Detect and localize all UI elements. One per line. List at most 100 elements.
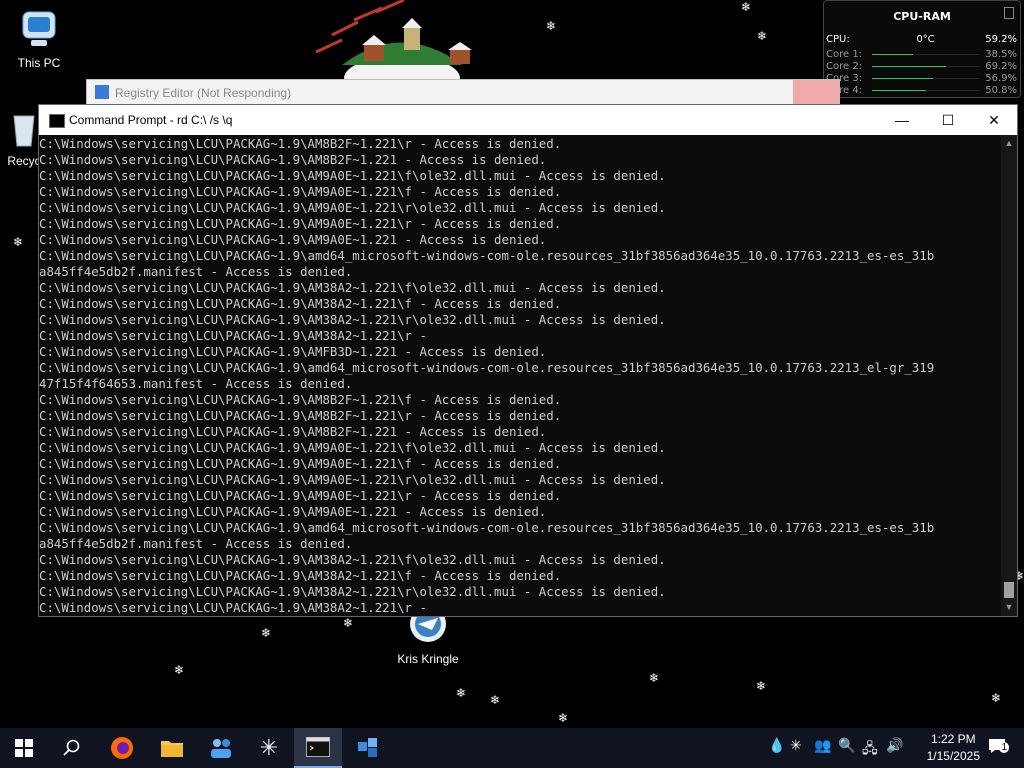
snowflake-decoration: ❄ [456,686,467,700]
core-percent: 38.5% [985,49,1017,60]
taskbar-firefox[interactable] [98,728,146,768]
gadget-settings-icon[interactable] [1004,7,1014,19]
desktop-icon-this-pc[interactable]: This PC [1,8,77,70]
core-bar [872,66,979,67]
registry-editor-icon [358,738,377,757]
cmd-title: Command Prompt - rd C:\ /s \q [69,113,233,127]
core-row: Core 3: 56.9% [826,73,1017,84]
console-line: C:\Windows\servicing\LCU\PACKAG~1.9\AM38… [39,584,666,599]
console-line: C:\Windows\servicing\LCU\PACKAG~1.9\AM8B… [39,392,562,407]
snowflake-decoration: ❄ [546,19,557,33]
taskbar-file-explorer[interactable] [148,728,196,768]
network-icon[interactable]: 🖧 [862,738,878,762]
search-icon [63,739,80,756]
console-line: C:\Windows\servicing\LCU\PACKAG~1.9\AM9A… [39,168,666,183]
console-line: C:\Windows\servicing\LCU\PACKAG~1.9\AM9A… [39,440,666,455]
console-line: C:\Windows\servicing\LCU\PACKAG~1.9\AM8B… [39,424,547,439]
computer-icon [17,8,61,52]
command-prompt-window[interactable]: Command Prompt - rd C:\ /s \q — ☐ ✕ C:\W… [38,104,1018,617]
core-bar [872,90,979,91]
taskbar-registry-editor[interactable] [344,728,392,768]
console-line: C:\Windows\servicing\LCU\PACKAG~1.9\AM38… [39,296,562,311]
console-line: C:\Windows\servicing\LCU\PACKAG~1.9\AM38… [39,568,562,583]
vertical-scrollbar[interactable]: ▲ ▼ [1001,135,1017,616]
core-percent: 56.9% [985,73,1017,84]
core-label: Core 2: [826,61,863,72]
console-line: C:\Windows\servicing\LCU\PACKAG~1.9\AM8B… [39,136,562,151]
core-bar [872,54,979,55]
console-line: C:\Windows\servicing\LCU\PACKAG~1.9\AM9A… [39,232,547,247]
console-line: a845ff4e5db2f.manifest - Access is denie… [39,264,353,279]
core-percent: 69.2% [985,61,1017,72]
console-line: a845ff4e5db2f.manifest - Access is denie… [39,536,353,551]
taskbar-people-app[interactable] [197,728,245,768]
people-tray-icon[interactable]: 👥 [814,738,831,754]
cpu-label: CPU: [826,34,850,45]
santa-sleigh-decoration [315,0,472,80]
search-button[interactable] [48,728,96,768]
snowflake-decoration: ❄ [174,663,185,677]
search-tray-icon[interactable]: 🔍 [838,738,855,754]
console-line: C:\Windows\servicing\LCU\PACKAG~1.9\AM8B… [39,408,562,423]
notification-count: 1 [999,742,1009,753]
console-output[interactable]: C:\Windows\servicing\LCU\PACKAG~1.9\AM8B… [39,135,1001,616]
close-button[interactable]: ✕ [971,105,1017,135]
start-button[interactable] [0,728,48,768]
cmd-icon [306,737,330,757]
console-text: C:\Windows\servicing\LCU\PACKAG~1.9\AM8B… [39,135,1001,616]
notification-center-button[interactable]: 1 [988,738,1009,754]
snowflake-decoration: ❄ [261,626,272,640]
taskbar-snowflake-app[interactable]: ✳ [245,728,293,768]
core-row: Core 2: 69.2% [826,61,1017,72]
cmd-titlebar[interactable]: Command Prompt - rd C:\ /s \q — ☐ ✕ [39,105,1017,135]
console-line: C:\Windows\servicing\LCU\PACKAG~1.9\AM9A… [39,456,562,471]
desktop-icon-label: This PC [17,56,61,70]
console-line: 47f15f4f64653.manifest - Access is denie… [39,376,353,391]
snowflake-decoration: ❄ [756,679,767,693]
core-bar [872,78,979,79]
cpu-ram-gadget[interactable]: CPU-RAM CPU: 0°C 59.2% Core 1: 38.5% Cor… [823,0,1021,98]
console-line: C:\Windows\servicing\LCU\PACKAG~1.9\AM9A… [39,504,547,519]
cpu-temp: 0°C [916,34,935,45]
console-line: C:\Windows\servicing\LCU\PACKAG~1.9\AM9A… [39,488,562,503]
snowflake-tray-icon[interactable]: ✳ [790,738,802,754]
console-line: C:\Windows\servicing\LCU\PACKAG~1.9\AM38… [39,600,435,615]
clock[interactable]: 1:22 PM 1/15/2025 [927,731,980,765]
gadget-cpu-row: CPU: 0°C 59.2% [826,34,1017,45]
registry-editor-window[interactable]: Registry Editor (Not Responding) [86,79,840,107]
minimize-button[interactable]: — [879,105,925,135]
console-line: C:\Windows\servicing\LCU\PACKAG~1.9\AM38… [39,328,435,343]
snowflake-decoration: ❄ [991,691,1002,705]
console-line: C:\Windows\servicing\LCU\PACKAG~1.9\AM8B… [39,152,547,167]
windows-logo-icon [15,739,33,757]
gadget-title: CPU-RAM [893,10,951,23]
clock-time: 1:22 PM [930,732,976,746]
cpu-percent: 59.2% [985,34,1017,45]
scroll-down-icon[interactable]: ▼ [1001,599,1017,616]
console-line: C:\Windows\servicing\LCU\PACKAG~1.9\AM9A… [39,216,562,231]
maximize-button[interactable]: ☐ [925,105,971,135]
snowflake-decoration: ❄ [649,671,660,685]
snowflake-icon: ✳ [259,735,279,761]
snowflake-decoration: ❄ [558,711,569,725]
taskbar: ✳ 💧 ✳ 👥 🔍 🖧 🔊 1:22 PM 1/15/2025 1 [0,728,1024,768]
desktop-icon-label: Kris Kringle [397,652,459,666]
console-line: C:\Windows\servicing\LCU\PACKAG~1.9\AM38… [39,280,666,295]
scrollbar-thumb[interactable] [1004,582,1014,598]
console-line: C:\Windows\servicing\LCU\PACKAG~1.9\AM9A… [39,184,562,199]
snowflake-decoration: ❄ [757,29,768,43]
console-line: C:\Windows\servicing\LCU\PACKAG~1.9\amd6… [39,248,935,263]
console-line: C:\Windows\servicing\LCU\PACKAG~1.9\AMFB… [39,344,547,359]
snowflake-decoration: ❄ [741,0,752,14]
registry-editor-icon [95,85,109,99]
scroll-up-icon[interactable]: ▲ [1001,135,1017,152]
water-drop-icon[interactable]: 💧 [768,738,785,754]
taskbar-command-prompt[interactable] [294,728,342,768]
console-line: C:\Windows\servicing\LCU\PACKAG~1.9\AM38… [39,312,666,327]
core-label: Core 1: [826,49,863,60]
registry-editor-title: Registry Editor (Not Responding) [115,86,292,100]
registry-editor-close-button[interactable] [793,80,839,106]
snowflake-decoration: ❄ [343,616,354,630]
core-row: Core 1: 38.5% [826,49,1017,60]
volume-icon[interactable]: 🔊 [886,738,903,754]
